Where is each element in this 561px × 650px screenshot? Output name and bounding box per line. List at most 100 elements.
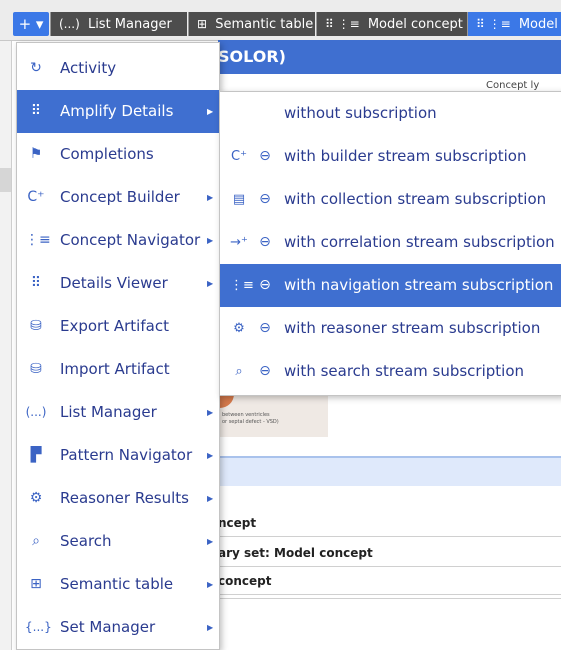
menu-item-label: Details Viewer: [60, 274, 168, 292]
reasoner-results-icon: ⚙: [29, 490, 43, 506]
tab-model[interactable]: ⠿ ⋮≡ Model: [467, 12, 561, 36]
menu-item-export-artifact[interactable]: ⛁ Export Artifact: [17, 305, 219, 348]
list-manager-icon: (...): [59, 17, 80, 31]
add-tab-button[interactable]: + ▾: [13, 12, 49, 36]
submenu-item-label: without subscription: [284, 104, 437, 122]
menu-item-label: List Manager: [60, 403, 157, 421]
tab-semantic-table[interactable]: ⊞ Semantic table: [188, 12, 315, 36]
details-header-title: SOLOR): [218, 47, 286, 66]
submenu-item-label: with navigation stream subscription: [284, 276, 554, 294]
model-concept-icon: ⠿ ⋮≡: [476, 17, 511, 31]
tab-label: Semantic table: [215, 17, 314, 32]
reasoner-icon: ⚙: [233, 321, 245, 336]
menu-item-label: Concept Navigator: [60, 231, 201, 249]
concept-navigator-icon: ⋮≡: [25, 232, 51, 248]
details-header: SOLOR): [218, 40, 561, 74]
menu-item-pattern-navigator[interactable]: ▛ Pattern Navigator ▶: [17, 434, 219, 477]
pattern-navigator-icon: ▛: [30, 447, 42, 463]
menu-item-activity[interactable]: ↻ Activity: [17, 47, 219, 90]
submenu-arrow-icon: ▶: [207, 623, 214, 632]
list-manager-icon: (...): [25, 405, 47, 419]
menu-item-label: Reasoner Results: [60, 489, 189, 507]
semantic-table-icon: ⊞: [30, 576, 42, 592]
menu-item-list-manager[interactable]: (...) List Manager ▶: [17, 391, 219, 434]
submenu-item-with-navigation-stream-subscription[interactable]: ⋮≡ ⊖ with navigation stream subscription: [220, 264, 561, 307]
import-artifact-icon: ⛁: [30, 361, 42, 377]
submenu-arrow-icon: ▶: [207, 451, 214, 460]
menu-item-label: Pattern Navigator: [60, 446, 193, 464]
export-artifact-icon: ⛁: [30, 318, 42, 334]
tab-model-concept[interactable]: ⠿ ⋮≡ Model concept: [316, 12, 469, 36]
submenu-arrow-icon: ▶: [207, 580, 214, 589]
submenu-item-with-collection-stream-subscription[interactable]: ▤ ⊖ with collection stream subscription: [220, 178, 561, 221]
image-caption: between ventricles or septal defect - VS…: [222, 412, 279, 425]
concept-navigator-icon: ⋮≡: [230, 278, 254, 293]
table-row[interactable]: concept: [218, 568, 561, 595]
amplify-details-submenu: without subscription C⁺ ⊖ with builder stre…: [219, 91, 561, 396]
subscribe-icon: ⊖: [259, 277, 271, 293]
submenu-item-with-search-stream-subscription[interactable]: ⌕ ⊖ with search stream subscription: [220, 350, 561, 393]
submenu-item-without-subscription[interactable]: without subscription: [220, 92, 561, 135]
correlation-icon: →⁺: [230, 235, 248, 250]
submenu-arrow-icon: ▶: [207, 279, 214, 288]
concept-builder-icon: C⁺: [231, 149, 247, 164]
set-manager-icon: {...}: [25, 620, 52, 634]
submenu-item-label: with collection stream subscription: [284, 190, 547, 208]
concept-builder-icon: C⁺: [27, 189, 45, 205]
search-icon: ⌕: [32, 533, 40, 549]
menu-item-label: Amplify Details: [60, 102, 174, 120]
menu-item-details-viewer[interactable]: ⠿ Details Viewer ▶: [17, 262, 219, 305]
menu-item-semantic-table[interactable]: ⊞ Semantic table ▶: [17, 563, 219, 606]
submenu-item-with-correlation-stream-subscription[interactable]: →⁺ ⊖ with correlation stream subscription: [220, 221, 561, 264]
subscribe-icon: ⊖: [259, 363, 271, 379]
menu-item-amplify-details[interactable]: ⠿ Amplify Details ▶: [17, 90, 219, 133]
details-viewer-icon: ⠿: [30, 275, 42, 291]
submenu-item-label: with reasoner stream subscription: [284, 319, 541, 337]
menu-item-concept-builder[interactable]: C⁺ Concept Builder ▶: [17, 176, 219, 219]
menu-item-search[interactable]: ⌕ Search ▶: [17, 520, 219, 563]
tab-label: Model concept: [367, 17, 463, 32]
submenu-arrow-icon: ▶: [207, 408, 214, 417]
diagram-image: between ventricles or septal defect - VS…: [218, 392, 328, 437]
table-row[interactable]: ary set: Model concept: [218, 540, 561, 567]
subscribe-icon: ⊖: [259, 191, 271, 207]
submenu-arrow-icon: ▶: [207, 236, 214, 245]
activity-icon: ↻: [30, 60, 42, 76]
submenu-item-label: with search stream subscription: [284, 362, 525, 380]
left-panel-selection: [0, 168, 11, 192]
menu-item-set-manager[interactable]: {...} Set Manager ▶: [17, 606, 219, 649]
submenu-arrow-icon: ▶: [207, 494, 214, 503]
menu-item-label: Search: [60, 532, 112, 550]
details-sub-text: Concept ly: [486, 80, 540, 91]
submenu-item-with-builder-stream-subscription[interactable]: C⁺ ⊖ with builder stream subscription: [220, 135, 561, 178]
table-row[interactable]: ncept: [218, 510, 561, 537]
submenu-item-with-reasoner-stream-subscription[interactable]: ⚙ ⊖ with reasoner stream subscription: [220, 307, 561, 350]
model-concept-icon: ⠿ ⋮≡: [325, 17, 360, 31]
menu-item-label: Semantic table: [60, 575, 174, 593]
menu-item-label: Activity: [60, 59, 117, 77]
subscribe-icon: ⊖: [259, 234, 271, 250]
completions-icon: ⚑: [29, 146, 43, 162]
submenu-arrow-icon: ▶: [207, 537, 214, 546]
menu-item-label: Export Artifact: [60, 317, 169, 335]
menu-item-concept-navigator[interactable]: ⋮≡ Concept Navigator ▶: [17, 219, 219, 262]
menu-item-completions[interactable]: ⚑ Completions: [17, 133, 219, 176]
table-icon: ⊞: [197, 17, 208, 31]
submenu-arrow-icon: ▶: [207, 107, 214, 116]
collection-icon: ▤: [232, 192, 246, 207]
subscribe-icon: ⊖: [259, 320, 271, 336]
menu-item-label: Concept Builder: [60, 188, 180, 206]
tab-label: List Manager: [87, 17, 172, 32]
tab-list-manager[interactable]: (...) List Manager: [50, 12, 187, 36]
menu-item-label: Import Artifact: [60, 360, 170, 378]
menu-item-reasoner-results[interactable]: ⚙ Reasoner Results ▶: [17, 477, 219, 520]
submenu-arrow-icon: ▶: [207, 193, 214, 202]
tab-label: Model: [518, 17, 558, 32]
divider: [218, 598, 561, 599]
menu-item-import-artifact[interactable]: ⛁ Import Artifact: [17, 348, 219, 391]
subscribe-icon: ⊖: [259, 148, 271, 164]
menu-item-label: Set Manager: [60, 618, 156, 636]
left-panel-strip: [0, 0, 12, 650]
menu-item-label: Completions: [60, 145, 154, 163]
submenu-item-label: with correlation stream subscription: [284, 233, 555, 251]
